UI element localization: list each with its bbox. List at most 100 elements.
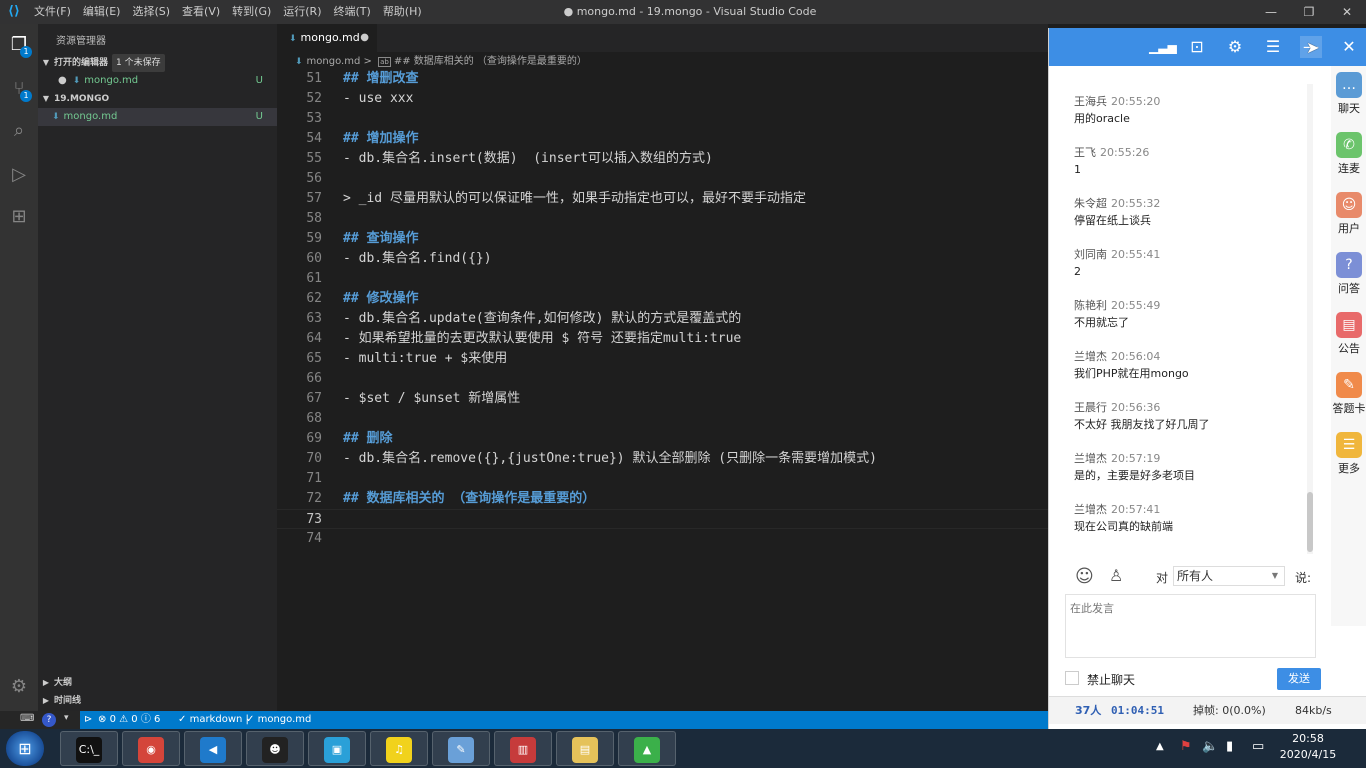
side-tab[interactable]: ▤ 公告 <box>1331 306 1366 362</box>
taskbar-app-cmd[interactable]: C:\_ <box>60 731 118 766</box>
settings-gear-icon[interactable]: ⚙ <box>6 674 32 700</box>
taskbar-app-qq[interactable]: ☻ <box>246 731 304 766</box>
close-icon[interactable]: ✕ <box>1338 36 1360 58</box>
problems-indicator[interactable]: ⊗ 0 ⚠ 0 ⓘ 6 <box>98 711 160 729</box>
menu-view[interactable]: 查看(V) <box>176 0 226 24</box>
timeline-section[interactable]: ▶ 时间线 <box>38 692 277 704</box>
code-line[interactable]: 72 ## 数据库相关的 （查询操作是最重要的） <box>277 489 1048 509</box>
side-tab[interactable]: ? 问答 <box>1331 246 1366 302</box>
code-line[interactable]: 53 <box>277 109 1048 129</box>
folder-file-item[interactable]: ⬇ mongo.md U <box>38 108 277 126</box>
file-indicator[interactable]: ✓ mongo.md <box>246 711 311 729</box>
network-icon[interactable]: ▭ <box>1252 739 1264 754</box>
code-line[interactable]: 74 <box>277 529 1048 549</box>
menu-go[interactable]: 转到(G) <box>226 0 277 24</box>
menu-edit[interactable]: 编辑(E) <box>77 0 127 24</box>
code-line[interactable]: 58 <box>277 209 1048 229</box>
breadcrumb-file[interactable]: mongo.md <box>307 56 361 67</box>
recipient-value: 所有人 <box>1177 569 1214 583</box>
code-line[interactable]: 73 <box>277 509 1048 529</box>
line-number: 61 <box>306 271 322 286</box>
message-time: 20:57:19 <box>1111 452 1161 465</box>
side-tab[interactable]: … 聊天 <box>1331 66 1366 122</box>
taskbar-clock[interactable]: 20:58 2020/4/15 <box>1272 731 1344 763</box>
extensions-icon[interactable]: ⊞ <box>6 204 32 230</box>
code-line[interactable]: 66 <box>277 369 1048 389</box>
code-line[interactable]: 67 - $set / $unset 新增属性 <box>277 389 1048 409</box>
code-line[interactable]: 57 > _id 尽量用默认的可以保证唯一性，如果手动指定也可以，最好不要手动指定 <box>277 189 1048 209</box>
open-editors-section[interactable]: ▼ 打开的编辑器 1 个未保存 <box>38 54 277 72</box>
code-line[interactable]: 60 - db.集合名.find({}) <box>277 249 1048 269</box>
chat-input[interactable]: 在此发言 <box>1065 594 1316 658</box>
code-line[interactable]: 54 ## 增加操作 <box>277 129 1048 149</box>
volume-icon[interactable]: 🔈 <box>1202 739 1218 754</box>
language-indicator[interactable]: ✓ markdown | <box>178 711 249 729</box>
side-tab[interactable]: ✆ 连麦 <box>1331 126 1366 182</box>
tab-mongo-md[interactable]: ⬇ mongo.md ● <box>277 24 377 52</box>
code-line[interactable]: 56 <box>277 169 1048 189</box>
code-line[interactable]: 52 - use xxx <box>277 89 1048 109</box>
users-icon[interactable]: ♙ <box>1109 566 1123 585</box>
code-line[interactable]: 55 - db.集合名.insert(数据) (insert可以插入数组的方式) <box>277 149 1048 169</box>
code-line[interactable]: 70 - db.集合名.remove({},{justOne:true}) 默认全… <box>277 449 1048 469</box>
run-debug-icon[interactable]: ▷ <box>6 162 32 188</box>
send-button[interactable]: 发送 <box>1277 668 1321 690</box>
code-line[interactable]: 68 <box>277 409 1048 429</box>
side-tab[interactable]: ☰ 更多 <box>1331 426 1366 482</box>
menu-file[interactable]: 文件(F) <box>28 0 77 24</box>
tab-dirty-indicator[interactable]: ● <box>360 24 369 52</box>
restore-icon[interactable]: ❐ <box>1290 0 1328 24</box>
menu-run[interactable]: 运行(R) <box>277 0 327 24</box>
explorer-icon[interactable]: ❐ 1 <box>6 32 32 58</box>
taskbar-app-explorer[interactable]: ▤ <box>556 731 614 766</box>
side-tab[interactable]: ✎ 答题卡 <box>1331 366 1366 422</box>
minimize-icon[interactable]: — <box>1252 0 1290 24</box>
menu-terminal[interactable]: 终端(T) <box>328 0 377 24</box>
source-control-icon[interactable]: ⑂ 1 <box>6 76 32 102</box>
code-line[interactable]: 62 ## 修改操作 <box>277 289 1048 309</box>
menu-icon[interactable]: ☰ <box>1262 36 1284 58</box>
flag-icon[interactable]: ⚑ <box>1180 739 1192 754</box>
tray-expand-icon[interactable]: ▲ <box>1156 741 1164 752</box>
screen-share-icon[interactable]: ⊡ <box>1186 36 1208 58</box>
remote-icon[interactable]: ⊳ <box>84 711 92 729</box>
menu-help[interactable]: 帮助(H) <box>377 0 428 24</box>
code-line[interactable]: 69 ## 删除 <box>277 429 1048 449</box>
taskbar-app-vscode[interactable]: ◀ <box>184 731 242 766</box>
folder-section[interactable]: ▼ 19.MONGO <box>38 90 277 108</box>
code-line[interactable]: 51 ## 增删改查 <box>277 69 1048 89</box>
search-icon[interactable]: ⌕ <box>6 118 32 144</box>
taskbar-app-chrome[interactable]: ◉ <box>122 731 180 766</box>
mute-checkbox[interactable] <box>1065 671 1079 685</box>
taskbar-app-live[interactable]: ▣ <box>308 731 366 766</box>
side-tab[interactable]: ☺ 用户 <box>1331 186 1366 242</box>
windows-taskbar: ⊞ C:\_ ◉ ◀ ☻ ▣ ♫ ✎ ▥ ▤ ▲ ▲ ⚑ 🔈 ▮ ▭ 20:58 2020/4/1… <box>0 729 1366 768</box>
chat-message: 王飞 20:55:26 1 <box>1074 145 1314 179</box>
taskbar-app-android[interactable]: ▲ <box>618 731 676 766</box>
keyboard-icon[interactable]: ⌨ <box>20 713 34 724</box>
chat-scroll-thumb[interactable] <box>1307 492 1313 552</box>
code-line[interactable]: 59 ## 查询操作 <box>277 229 1048 249</box>
code-line[interactable]: 71 <box>277 469 1048 489</box>
code-line[interactable]: 61 <box>277 269 1048 289</box>
recipient-select[interactable]: 所有人 ▼ <box>1173 566 1285 586</box>
taskbar-app-paint[interactable]: ✎ <box>432 731 490 766</box>
open-editor-item[interactable]: ● ⬇ mongo.md U <box>38 72 277 90</box>
outline-section[interactable]: ▶ 大纲 <box>38 674 277 692</box>
help-icon[interactable]: ? <box>42 713 56 727</box>
breadcrumb-symbol[interactable]: ## 数据库相关的 （查询操作是最重要的） <box>394 56 587 67</box>
start-button[interactable]: ⊞ <box>6 731 44 766</box>
chat-scrollbar[interactable] <box>1307 84 1313 554</box>
code-line[interactable]: 64 - 如果希望批量的去更改默认要使用 $ 符号 还要指定multi:true <box>277 329 1048 349</box>
code-line[interactable]: 65 - multi:true + $来使用 <box>277 349 1048 369</box>
usb-icon[interactable]: ▮ <box>1226 739 1233 754</box>
code-line[interactable]: 63 - db.集合名.update(查询条件,如何修改) 默认的方式是覆盖式的 <box>277 309 1048 329</box>
taskbar-app-toolbox[interactable]: ▥ <box>494 731 552 766</box>
emoji-icon[interactable]: ☺ <box>1075 566 1094 587</box>
chat-messages[interactable]: 王海兵 20:55:20 用的oracle 王飞 20:55:26 1 朱令超 20:55:3… <box>1049 66 1319 556</box>
taskbar-app-music[interactable]: ♫ <box>370 731 428 766</box>
close-icon[interactable]: ✕ <box>1328 0 1366 24</box>
settings-icon[interactable]: ⚙ <box>1224 36 1246 58</box>
chevron-down-icon[interactable]: ▾ <box>64 713 69 723</box>
menu-selection[interactable]: 选择(S) <box>126 0 176 24</box>
